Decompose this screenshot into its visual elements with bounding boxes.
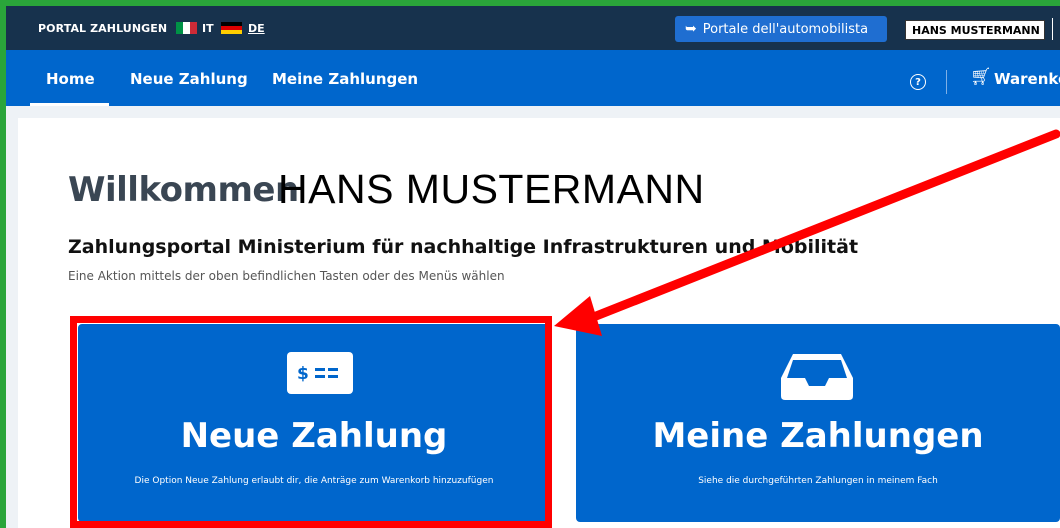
cart-link[interactable]: Warenko [994, 70, 1060, 88]
help-icon[interactable]: ? [910, 74, 926, 90]
nav-my-payments[interactable]: Meine Zahlungen [272, 70, 418, 88]
my-payments-tile[interactable]: Meine Zahlungen Siehe die durchgeführten… [576, 324, 1060, 522]
lang-it-link[interactable]: IT [202, 22, 214, 35]
user-name-label: HANS MUSTERMANN [912, 23, 1040, 37]
new-payment-description: Die Option Neue Zahlung erlaubt dir, die… [134, 476, 494, 486]
portal-title: PORTAL ZAHLUNGEN [38, 22, 168, 35]
italy-flag-icon[interactable] [176, 22, 197, 34]
automobilista-portal-link[interactable]: ➥ Portale dell'automobilista [675, 16, 887, 42]
automobilista-link-label: Portale dell'automobilista [702, 21, 869, 37]
main-nav: Home Neue Zahlung Meine Zahlungen ? 🛒︎ W… [6, 50, 1060, 106]
dollar-card-glyph: $ [297, 364, 338, 384]
action-hint: Eine Aktion mittels der oben befindliche… [68, 269, 505, 283]
divider [946, 70, 947, 94]
nav-new-payment[interactable]: Neue Zahlung [130, 70, 248, 88]
page-frame: PORTAL ZAHLUNGEN IT DE ➥ Portale dell'au… [6, 6, 1060, 528]
my-payments-title: Meine Zahlungen [652, 416, 984, 456]
new-payment-title: Neue Zahlung [180, 416, 448, 456]
divider [1052, 18, 1053, 40]
cart-icon[interactable]: 🛒︎ [970, 67, 992, 87]
svg-text:$: $ [297, 364, 309, 384]
sign-in-arrow-icon: ➥ [685, 21, 697, 37]
germany-flag-icon[interactable] [221, 22, 242, 34]
nav-home[interactable]: Home [46, 70, 95, 88]
welcome-heading: Willkommen [68, 170, 299, 210]
portal-subtitle: Zahlungsportal Ministerium für nachhalti… [68, 236, 859, 258]
dollar-card-icon: $ [287, 352, 353, 394]
lang-de-link[interactable]: DE [248, 22, 265, 35]
my-payments-description: Siehe die durchgeführten Zahlungen in me… [698, 476, 938, 486]
user-menu[interactable]: HANS MUSTERMANN [905, 20, 1045, 40]
welcome-user-name: HANS MUSTERMANN [278, 166, 705, 212]
inbox-icon [781, 354, 853, 400]
top-bar: PORTAL ZAHLUNGEN IT DE ➥ Portale dell'au… [6, 6, 1060, 50]
new-payment-tile[interactable]: $ Neue Zahlung Die Option Neue Zahlung e… [78, 324, 550, 522]
